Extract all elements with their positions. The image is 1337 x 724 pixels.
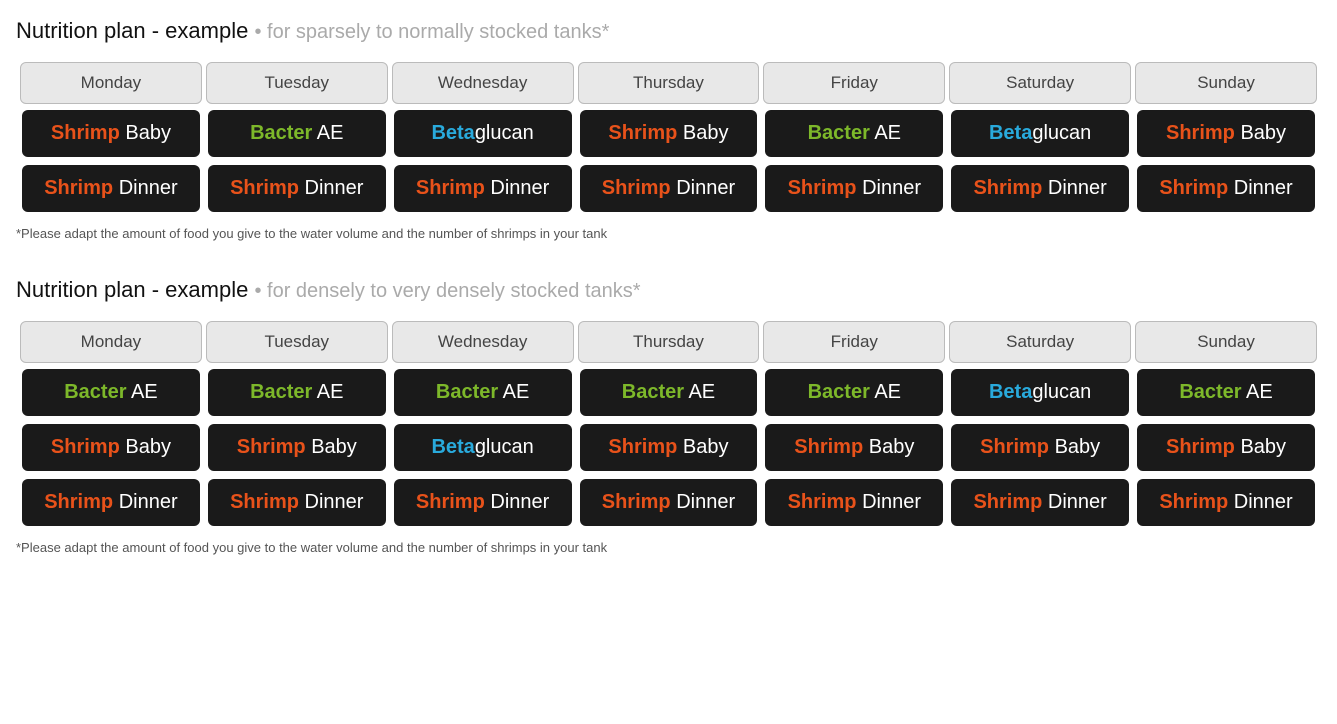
day-header: Thursday: [578, 321, 760, 363]
food-cell-td: Bacter AE: [763, 108, 945, 159]
food-cell: Bacter AE: [765, 110, 943, 157]
food-cell: Shrimp Baby: [1137, 424, 1315, 471]
food-cell: Shrimp Baby: [580, 110, 758, 157]
food-cell: Bacter AE: [580, 369, 758, 416]
food-cell: Shrimp Dinner: [208, 479, 386, 526]
food-cell: Shrimp Dinner: [951, 479, 1129, 526]
food-cell-td: Betaglucan: [392, 422, 574, 473]
day-header: Wednesday: [392, 321, 574, 363]
food-cell: Shrimp Dinner: [765, 165, 943, 212]
day-header: Monday: [20, 62, 202, 104]
food-cell: Shrimp Dinner: [765, 479, 943, 526]
footnote: *Please adapt the amount of food you giv…: [16, 540, 1321, 555]
food-cell: Bacter AE: [208, 369, 386, 416]
food-cell: Shrimp Dinner: [1137, 165, 1315, 212]
day-header: Saturday: [949, 62, 1131, 104]
food-row: Shrimp DinnerShrimp DinnerShrimp DinnerS…: [20, 163, 1317, 214]
plan-table: MondayTuesdayWednesdayThursdayFridaySatu…: [16, 317, 1321, 532]
food-cell-td: Shrimp Baby: [578, 108, 760, 159]
food-cell-td: Bacter AE: [392, 367, 574, 418]
footnote: *Please adapt the amount of food you giv…: [16, 226, 1321, 241]
food-cell-td: Shrimp Dinner: [578, 477, 760, 528]
food-cell-td: Shrimp Baby: [20, 108, 202, 159]
food-cell-td: Shrimp Dinner: [392, 163, 574, 214]
food-cell-td: Bacter AE: [206, 108, 388, 159]
food-cell-td: Shrimp Dinner: [949, 163, 1131, 214]
food-cell: Shrimp Dinner: [951, 165, 1129, 212]
food-cell-td: Shrimp Dinner: [20, 163, 202, 214]
food-cell-td: Bacter AE: [578, 367, 760, 418]
food-cell-td: Shrimp Baby: [949, 422, 1131, 473]
day-header: Sunday: [1135, 62, 1317, 104]
plan-subtitle: • for sparsely to normally stocked tanks…: [254, 21, 609, 43]
food-cell: Shrimp Baby: [765, 424, 943, 471]
food-cell-td: Shrimp Dinner: [763, 477, 945, 528]
food-cell: Shrimp Dinner: [394, 479, 572, 526]
food-cell: Bacter AE: [22, 369, 200, 416]
food-row: Shrimp DinnerShrimp DinnerShrimp DinnerS…: [20, 477, 1317, 528]
food-cell-td: Shrimp Dinner: [1135, 163, 1317, 214]
food-cell-td: Shrimp Dinner: [206, 163, 388, 214]
day-header: Tuesday: [206, 321, 388, 363]
food-cell-td: Shrimp Dinner: [949, 477, 1131, 528]
food-cell-td: Shrimp Dinner: [206, 477, 388, 528]
plan-table: MondayTuesdayWednesdayThursdayFridaySatu…: [16, 58, 1321, 218]
food-cell-td: Shrimp Dinner: [578, 163, 760, 214]
food-cell-td: Shrimp Dinner: [20, 477, 202, 528]
food-cell: Bacter AE: [394, 369, 572, 416]
nutrition-plan: Nutrition plan - example • for densely t…: [16, 277, 1321, 555]
food-cell-td: Betaglucan: [949, 108, 1131, 159]
food-cell: Betaglucan: [394, 424, 572, 471]
food-cell-td: Shrimp Dinner: [392, 477, 574, 528]
food-cell: Betaglucan: [951, 110, 1129, 157]
food-cell: Shrimp Baby: [580, 424, 758, 471]
food-cell-td: Shrimp Baby: [20, 422, 202, 473]
food-cell: Shrimp Baby: [22, 110, 200, 157]
food-cell: Betaglucan: [951, 369, 1129, 416]
food-cell-td: Bacter AE: [1135, 367, 1317, 418]
food-cell: Shrimp Dinner: [1137, 479, 1315, 526]
food-cell: Shrimp Dinner: [22, 165, 200, 212]
food-cell-td: Bacter AE: [763, 367, 945, 418]
food-row: Bacter AEBacter AEBacter AEBacter AEBact…: [20, 367, 1317, 418]
food-cell: Shrimp Dinner: [208, 165, 386, 212]
food-cell: Bacter AE: [208, 110, 386, 157]
food-cell-td: Bacter AE: [206, 367, 388, 418]
food-cell-td: Shrimp Baby: [206, 422, 388, 473]
day-header: Friday: [763, 62, 945, 104]
food-cell-td: Shrimp Baby: [1135, 108, 1317, 159]
food-cell-td: Betaglucan: [392, 108, 574, 159]
food-row: Shrimp BabyBacter AEBetaglucanShrimp Bab…: [20, 108, 1317, 159]
day-header: Wednesday: [392, 62, 574, 104]
day-header: Saturday: [949, 321, 1131, 363]
food-cell-td: Shrimp Baby: [578, 422, 760, 473]
day-header: Friday: [763, 321, 945, 363]
food-cell: Bacter AE: [765, 369, 943, 416]
food-cell: Shrimp Baby: [208, 424, 386, 471]
food-cell: Shrimp Dinner: [394, 165, 572, 212]
plan-title: Nutrition plan - example • for sparsely …: [16, 18, 1321, 44]
food-cell-td: Shrimp Baby: [1135, 422, 1317, 473]
food-cell: Betaglucan: [394, 110, 572, 157]
food-cell-td: Shrimp Dinner: [1135, 477, 1317, 528]
plan-title: Nutrition plan - example • for densely t…: [16, 277, 1321, 303]
food-cell-td: Bacter AE: [20, 367, 202, 418]
food-cell: Shrimp Baby: [951, 424, 1129, 471]
food-cell: Shrimp Baby: [22, 424, 200, 471]
food-cell: Bacter AE: [1137, 369, 1315, 416]
day-header: Thursday: [578, 62, 760, 104]
food-cell-td: Betaglucan: [949, 367, 1131, 418]
food-row: Shrimp BabyShrimp BabyBetaglucanShrimp B…: [20, 422, 1317, 473]
food-cell: Shrimp Dinner: [22, 479, 200, 526]
food-cell-td: Shrimp Dinner: [763, 163, 945, 214]
food-cell: Shrimp Dinner: [580, 165, 758, 212]
food-cell: Shrimp Dinner: [580, 479, 758, 526]
day-header: Sunday: [1135, 321, 1317, 363]
day-header: Tuesday: [206, 62, 388, 104]
day-header: Monday: [20, 321, 202, 363]
nutrition-plan: Nutrition plan - example • for sparsely …: [16, 18, 1321, 241]
plan-subtitle: • for densely to very densely stocked ta…: [254, 280, 640, 302]
food-cell-td: Shrimp Baby: [763, 422, 945, 473]
food-cell: Shrimp Baby: [1137, 110, 1315, 157]
